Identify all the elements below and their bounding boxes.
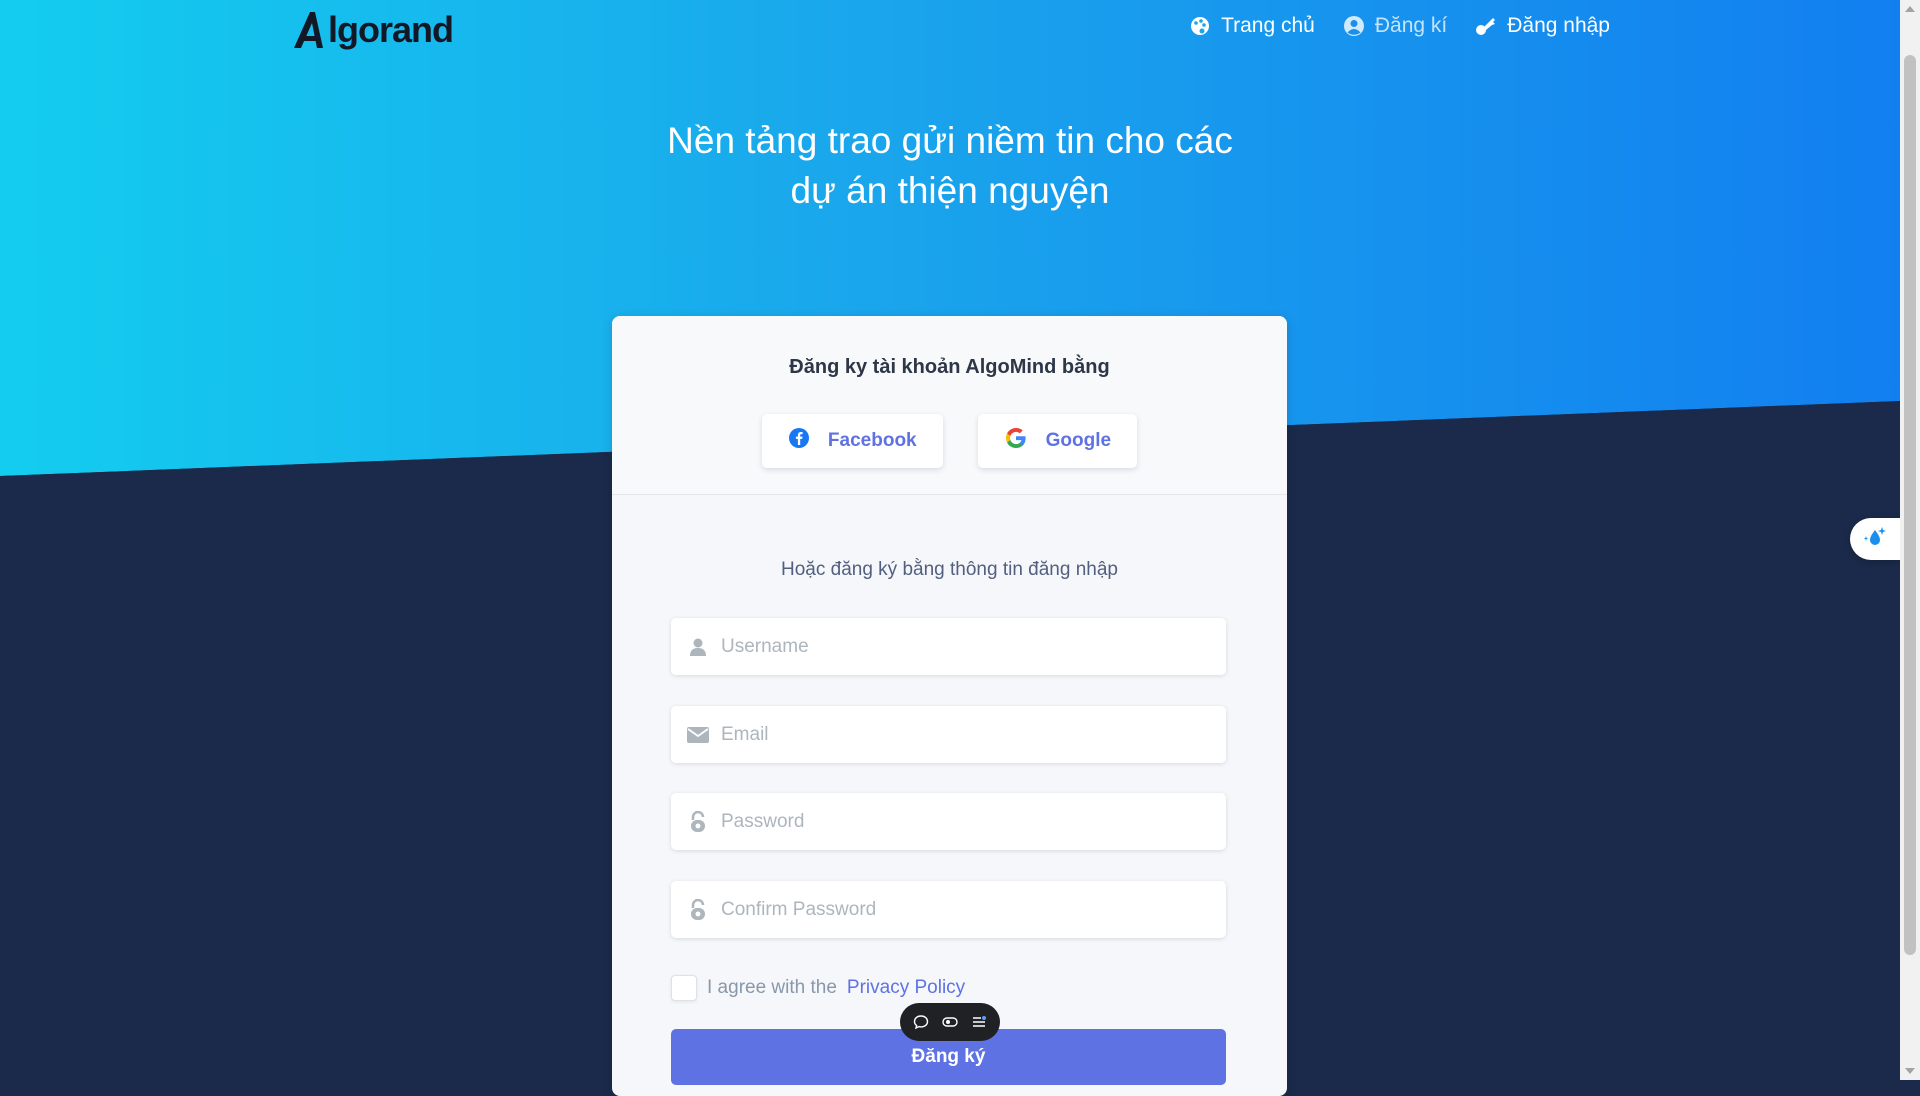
card-header: Đăng ky tài khoản AlgoMind bằng Facebook: [612, 316, 1287, 495]
user-icon: [685, 637, 711, 657]
hero-title-line2: dự án thiện nguyện: [790, 170, 1110, 211]
privacy-policy-link[interactable]: Privacy Policy: [847, 977, 965, 999]
algorand-a-icon: [294, 12, 323, 48]
user-circle-icon: [1343, 15, 1365, 37]
palette-icon: [1189, 15, 1211, 37]
facebook-label: Facebook: [827, 430, 917, 451]
logo-text: lgorand: [328, 9, 454, 50]
google-icon: [1004, 426, 1028, 456]
nav-register[interactable]: Đăng kí: [1343, 14, 1447, 38]
email-input[interactable]: [719, 722, 1203, 747]
hero-title: Nền tảng trao gửi niềm tin cho các dự án…: [0, 116, 1900, 216]
register-card: Đăng ky tài khoản AlgoMind bằng Facebook: [612, 316, 1287, 1096]
card-heading: Đăng ky tài khoản AlgoMind bằng: [789, 356, 1110, 378]
agree-checkbox[interactable]: [671, 975, 697, 1001]
agree-text: I agree with the: [707, 977, 837, 998]
google-label: Google: [1045, 430, 1112, 451]
page-scrollbar[interactable]: [1900, 0, 1920, 1080]
toggle-icon[interactable]: [942, 1014, 958, 1030]
lock-icon: [685, 810, 711, 833]
lock-icon: [685, 898, 711, 921]
scroll-down-arrow-icon[interactable]: [1905, 1068, 1915, 1074]
google-button[interactable]: Google: [977, 414, 1138, 468]
nav-home-label: Trang chủ: [1221, 14, 1315, 37]
facebook-icon: [788, 427, 810, 455]
social-buttons: Facebook Google: [612, 414, 1287, 468]
password-field: [671, 793, 1226, 850]
algorand-logo[interactable]: lgorand: [292, 2, 454, 58]
agree-row: I agree with the Privacy Policy: [671, 975, 965, 1001]
nav-home[interactable]: Trang chủ: [1189, 14, 1315, 38]
water-sparkle-icon: [1862, 524, 1888, 555]
list-icon[interactable]: [971, 1014, 987, 1030]
hero-title-line1: Nền tảng trao gửi niềm tin cho các: [667, 120, 1233, 161]
nav-register-label: Đăng kí: [1374, 14, 1448, 37]
top-nav: Trang chủ Đăng kí Đăng nhập: [1189, 14, 1610, 38]
floating-toolbar: [900, 1003, 1000, 1041]
scroll-up-arrow-icon[interactable]: [1905, 6, 1915, 12]
username-input[interactable]: [719, 634, 1203, 659]
nav-login-label: Đăng nhập: [1507, 14, 1610, 37]
confirm-password-field: [671, 881, 1226, 938]
username-field: [671, 618, 1226, 675]
floating-assistant-button[interactable]: [1850, 518, 1900, 560]
nav-login[interactable]: Đăng nhập: [1475, 14, 1610, 38]
confirm-password-input[interactable]: [719, 897, 1203, 922]
card-subheading: Hoặc đăng ký bằng thông tin đăng nhập: [781, 559, 1118, 580]
key-icon: [1475, 15, 1497, 37]
envelope-icon: [685, 726, 711, 743]
scroll-thumb[interactable]: [1904, 55, 1916, 955]
email-field: [671, 706, 1226, 763]
password-input[interactable]: [719, 809, 1203, 834]
chat-icon[interactable]: [913, 1014, 929, 1030]
facebook-button[interactable]: Facebook: [761, 414, 943, 468]
